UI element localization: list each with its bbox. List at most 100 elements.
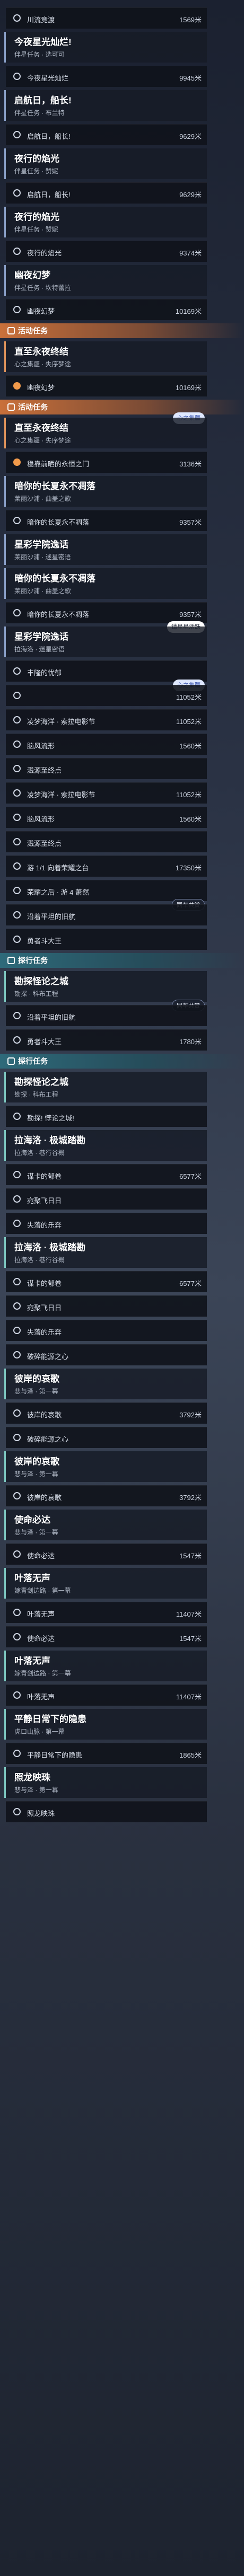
quest-objective-row[interactable]: 夜行的焰光 9374米 <box>4 241 207 262</box>
quest-card-header[interactable]: 夜行的焰光 伴星任务 · 赞妮 <box>6 207 207 237</box>
quest-card[interactable]: 叶落无声 嫁青剑边路 · 第一幕 <box>4 1651 207 1681</box>
quest-objective-row[interactable]: 勘探! 悖论之城! <box>4 1106 207 1127</box>
objective-label: 游 1/1 向着荣耀之台 <box>27 864 89 872</box>
quest-card[interactable]: 拉海洛 · 极城踏勘 拉海洛 · 巷行谷概 <box>4 1130 207 1161</box>
quest-card[interactable]: 星彩学院逸话 莱丽沙浦 · 迷星密语 <box>4 534 207 565</box>
quest-objective-row[interactable]: 启航日，船长! 9629米 <box>4 182 207 204</box>
quest-card[interactable]: 夜行的焰光 伴星任务 · 赞妮 <box>4 207 207 237</box>
quest-objective-row[interactable]: 稳靠前晒的永恒之门 3136米 <box>4 452 207 473</box>
quest-subtitle: 拉海洛 · 巷行谷概 <box>14 1149 65 1157</box>
quest-card-header[interactable]: 今夜星光灿烂! 伴星任务 · 选可可 <box>6 32 207 63</box>
circle-marker-icon <box>13 740 21 748</box>
quest-objective-row[interactable]: 彼岸的哀歌 3792米 <box>4 1402 207 1424</box>
quest-card-header[interactable]: 直至永夜终结 心之集疆 · 失序梦途 <box>6 418 207 448</box>
quest-objective-row[interactable]: 照龙映珠 <box>4 1801 207 1822</box>
quest-objective-row[interactable]: 幽夜幻梦 10169米 <box>4 375 207 396</box>
circle-marker-icon <box>13 609 21 616</box>
quest-card[interactable]: 星彩学院逸话 拉海洛 · 迷星密语 <box>4 627 207 657</box>
quest-card[interactable]: 照龙映珠 悲与泽 · 第一幕 <box>4 1767 207 1798</box>
quest-objective-row[interactable]: 破碎能源之心 <box>4 1344 207 1365</box>
objective-label: 稳靠前晒的永恒之门 <box>27 460 90 468</box>
circle-marker-icon <box>13 1195 21 1203</box>
quest-card-header[interactable]: 星彩学院逸话 拉海洛 · 迷星密语 <box>6 627 207 657</box>
quest-objective-row[interactable]: 暗你的长夏永不凋落 9357米 <box>4 510 207 531</box>
quest-card[interactable]: 使命必达 悲与泽 · 第一幕 <box>4 1510 207 1540</box>
quest-card-header[interactable]: 夜行的焰光 伴星任务 · 赞妮 <box>6 148 207 179</box>
quest-objective-row[interactable]: 幽夜幻梦 10169米 <box>4 299 207 320</box>
quest-objective-row[interactable]: 启航日，船长! 9629米 <box>4 124 207 145</box>
quest-card-header[interactable]: 照龙映珠 悲与泽 · 第一幕 <box>6 1767 207 1798</box>
quest-card-header[interactable]: 彼岸的哀歌 悲与泽 · 第一幕 <box>6 1369 207 1399</box>
quest-card[interactable]: 夜行的焰光 伴星任务 · 赞妮 <box>4 148 207 179</box>
quest-card[interactable]: 暗你的长夏永不凋落 莱丽沙浦 · 曲盖之歌 <box>4 568 207 599</box>
quest-card-header[interactable]: 暗你的长夏永不凋落 莱丽沙浦 · 曲盖之歌 <box>6 568 207 599</box>
quest-objective-row[interactable]: 今夜星光灿烂 9945米 <box>4 66 207 87</box>
quest-card[interactable]: 彼岸的哀歌 悲与泽 · 第一幕 <box>4 1451 207 1482</box>
quest-objective-row[interactable]: 使命必达 1547米 <box>4 1626 207 1647</box>
quest-objective-row[interactable]: 丰隆的忧郁 <box>4 660 207 682</box>
quest-card[interactable]: 叶落无声 嫁青剑边路 · 第一幕 <box>4 1568 207 1599</box>
quest-objective-row[interactable]: 11052米 <box>4 685 207 706</box>
quest-card-header[interactable]: 勘探怪论之城 勘探 · 科布工程 <box>6 971 207 1002</box>
quest-objective-row[interactable]: 谋卡的郁卷 6577米 <box>4 1164 207 1185</box>
quest-card[interactable]: 幽夜幻梦 伴星任务 · 坎特蕾拉 <box>4 265 207 296</box>
objective-label: 勇者斗大王 <box>27 1038 62 1046</box>
quest-card[interactable]: 今夜星光灿烂! 伴星任务 · 选可可 <box>4 32 207 63</box>
quest-objective-row[interactable]: 破碎能源之心 <box>4 1427 207 1448</box>
quest-card-header[interactable]: 星彩学院逸话 莱丽沙浦 · 迷星密语 <box>6 534 207 565</box>
quest-objective-row[interactable]: 暗你的长夏永不凋落 9357米 <box>4 602 207 623</box>
quest-objective-row[interactable]: 叶落无声 11407米 <box>4 1602 207 1623</box>
objective-label: 幽夜幻梦 <box>27 307 55 315</box>
quest-card-header[interactable]: 暗你的长夏永不凋落 莱丽沙浦 · 曲盖之歌 <box>6 476 207 507</box>
quest-objective-row[interactable]: 勇者斗大王 1780米 <box>4 1029 207 1051</box>
quest-objective-row[interactable]: 凌梦海洋 · 索拉电影节 11052米 <box>4 782 207 804</box>
quest-card[interactable]: 勘探怪论之城 勘探 · 科布工程 <box>4 971 207 1002</box>
quest-objective-row[interactable]: 凌梦海洋 · 索拉电影节 11052米 <box>4 709 207 730</box>
quest-objective-row[interactable]: 脑风流形 1560米 <box>4 807 207 828</box>
quest-objective-row[interactable]: 脑风流形 1560米 <box>4 734 207 755</box>
circle-marker-icon <box>13 1609 21 1616</box>
quest-card-header[interactable]: 直至永夜终结 心之集疆 · 失序梦途 <box>6 341 207 372</box>
quest-card-header[interactable]: 勘探怪论之城 勘探 · 科布工程 <box>6 1072 207 1102</box>
quest-card-header[interactable]: 叶落无声 嫁青剑边路 · 第一幕 <box>6 1651 207 1681</box>
quest-card-header[interactable]: 平静日常下的隐患 虎口山脉 · 第一幕 <box>6 1709 207 1740</box>
quest-objective-row[interactable]: 沿着平坦的旧航 <box>4 1005 207 1026</box>
quest-card-header[interactable]: 启航日，船长! 伴星任务 · 布兰特 <box>6 90 207 121</box>
quest-objective-row[interactable]: 使命必达 1547米 <box>4 1543 207 1565</box>
quest-objective-row[interactable]: 平静日常下的隐患 1865米 <box>4 1743 207 1764</box>
quest-objective-row[interactable]: 沿着平坦的旧航 <box>4 904 207 925</box>
quest-card[interactable]: 勘探怪论之城 勘探 · 科布工程 <box>4 1072 207 1102</box>
quest-card[interactable]: 平静日常下的隐患 虎口山脉 · 第一幕 <box>4 1709 207 1740</box>
quest-card[interactable]: 启航日，船长! 伴星任务 · 布兰特 <box>4 90 207 121</box>
quest-objective-row[interactable]: 荣耀之后 · 游 4 萧然 <box>4 880 207 901</box>
quest-objective-row[interactable]: 叶落无声 11407米 <box>4 1684 207 1706</box>
quest-card-header[interactable]: 叶落无声 嫁青剑边路 · 第一幕 <box>6 1568 207 1599</box>
quest-title: 拉海洛 · 极城踏勘 <box>14 1135 86 1145</box>
quest-card-header[interactable]: 拉海洛 · 极城踏勘 拉海洛 · 巷行谷概 <box>6 1237 207 1268</box>
quest-book-icon <box>7 327 15 334</box>
quest-card-header[interactable]: 幽夜幻梦 伴星任务 · 坎特蕾拉 <box>6 265 207 296</box>
quest-objective-row[interactable]: 川流竞渡 1569米 <box>4 7 207 29</box>
objective-label: 照龙映珠 <box>27 1810 55 1818</box>
quest-objective-row[interactable]: 失落的乐奔 <box>4 1213 207 1234</box>
quest-objective-row[interactable]: 游 1/1 向着荣耀之台 17350米 <box>4 855 207 877</box>
quest-objective-row[interactable]: 溅源至终点 <box>4 831 207 852</box>
quest-card-header[interactable]: 拉海洛 · 极城踏勘 拉海洛 · 巷行谷概 <box>6 1130 207 1161</box>
quest-objective-row[interactable]: 失落的乐奔 <box>4 1320 207 1341</box>
quest-card[interactable]: 暗你的长夏永不凋落 莱丽沙浦 · 曲盖之歌 <box>4 476 207 507</box>
quest-card[interactable]: 彼岸的哀歌 悲与泽 · 第一幕 <box>4 1369 207 1399</box>
quest-objective-row[interactable]: 彼岸的哀歌 3792米 <box>4 1485 207 1506</box>
quest-card[interactable]: 拉海洛 · 极城踏勘 拉海洛 · 巷行谷概 <box>4 1237 207 1268</box>
quest-card-header[interactable]: 彼岸的哀歌 悲与泽 · 第一幕 <box>6 1451 207 1482</box>
quest-card[interactable]: 直至永夜终结 心之集疆 · 失序梦途 <box>4 418 207 448</box>
objective-label: 溅源至终点 <box>27 766 62 774</box>
quest-card[interactable]: 直至永夜终结 心之集疆 · 失序梦途 <box>4 341 207 372</box>
quest-objective-row[interactable]: 溅源至终点 <box>4 758 207 779</box>
objective-label: 勘探! 悖论之城! <box>27 1114 74 1122</box>
quest-card-header[interactable]: 使命必达 悲与泽 · 第一幕 <box>6 1510 207 1540</box>
quest-objective-row[interactable]: 宛聚飞日日 <box>4 1295 207 1317</box>
circle-marker-icon <box>13 1808 21 1815</box>
quest-objective-row[interactable]: 勇者斗大王 <box>4 929 207 950</box>
quest-objective-row[interactable]: 宛聚飞日日 <box>4 1188 207 1210</box>
quest-objective-row[interactable]: 谋卡的郁卷 6577米 <box>4 1271 207 1292</box>
